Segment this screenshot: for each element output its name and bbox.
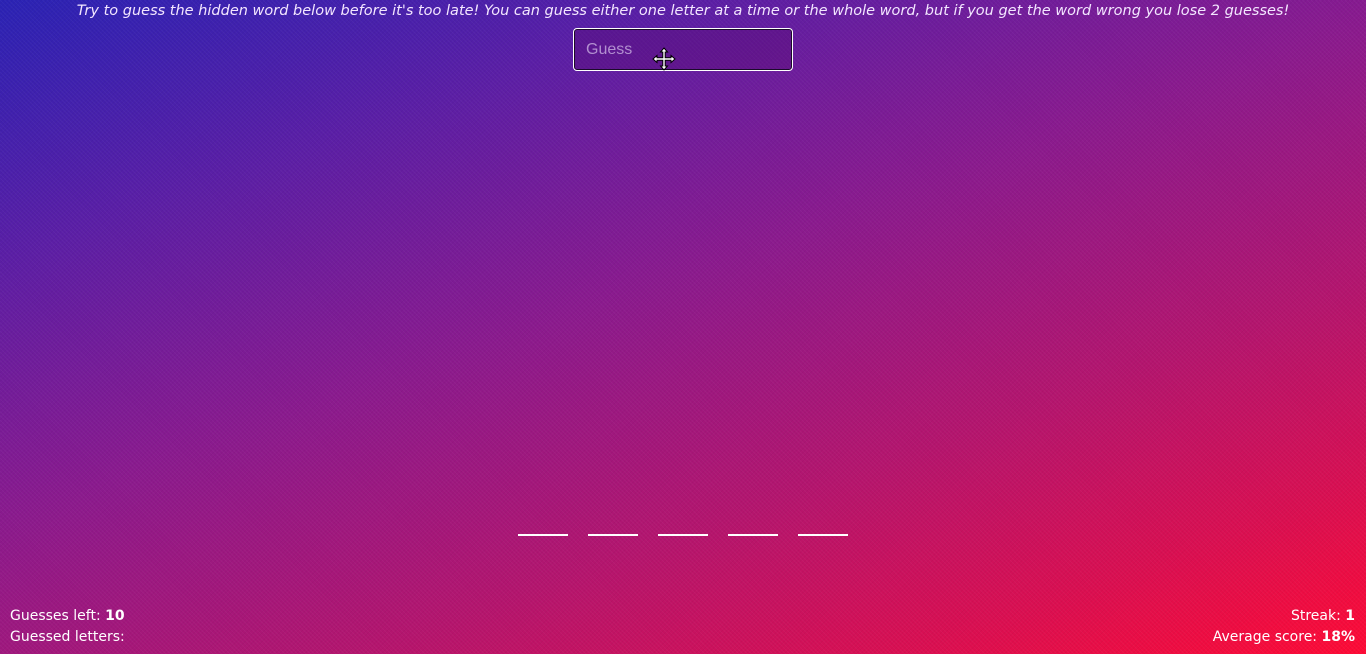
guesses-left-row: Guesses left: 10 [10, 606, 125, 627]
hidden-word [518, 534, 848, 536]
stats-left: Guesses left: 10 Guessed letters: [10, 606, 125, 648]
letter-blank [798, 534, 848, 536]
guessed-letters-label: Guessed letters: [10, 629, 125, 645]
guesses-left-value: 10 [105, 608, 125, 624]
average-score-label: Average score: [1212, 629, 1318, 645]
average-score-row: Average score: 18% [1213, 627, 1355, 648]
letter-blank [518, 534, 568, 536]
letter-blank [588, 534, 638, 536]
streak-row: Streak: 1 [1213, 606, 1355, 627]
guessed-letters-row: Guessed letters: [10, 627, 125, 648]
instructions-text: Try to guess the hidden word below befor… [76, 3, 1290, 19]
average-score-value: 18% [1321, 629, 1355, 645]
streak-label: Streak: [1290, 608, 1341, 624]
stats-right: Streak: 1 Average score: 18% [1213, 606, 1355, 648]
guesses-left-label: Guesses left: [10, 608, 101, 624]
background-texture [0, 0, 1366, 654]
guess-input[interactable] [573, 28, 793, 71]
letter-blank [658, 534, 708, 536]
letter-blank [728, 534, 778, 536]
streak-value: 1 [1345, 608, 1355, 624]
